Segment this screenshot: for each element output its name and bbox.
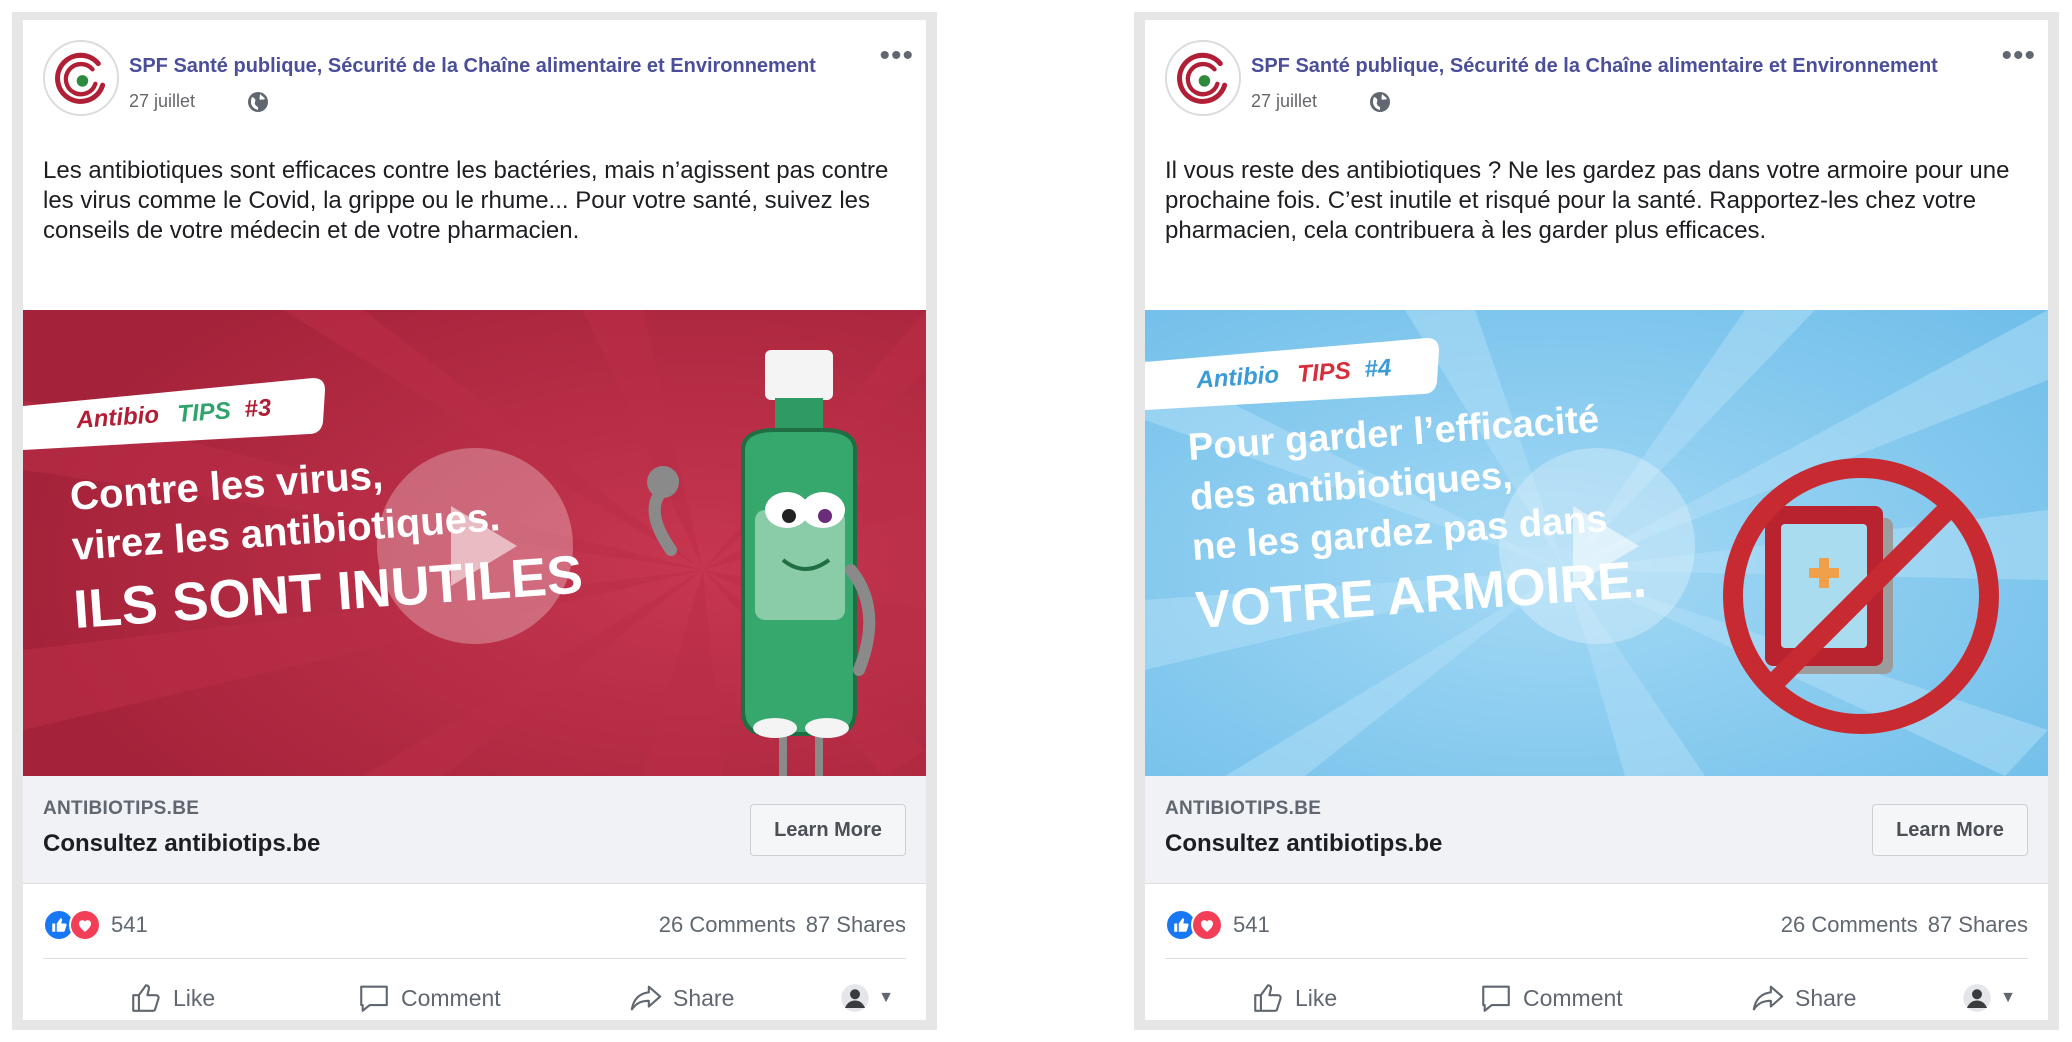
facebook-post: SPF Santé publique, Sécurité de la Chaîn… bbox=[23, 20, 926, 1020]
share-icon bbox=[630, 985, 662, 1011]
like-button[interactable]: Like bbox=[129, 970, 215, 1020]
reaction-count: 541 bbox=[111, 912, 148, 937]
audience-selector[interactable]: ▼ bbox=[840, 970, 894, 1020]
post-frame: SPF Santé publique, Sécurité de la Chaîn… bbox=[1134, 12, 2059, 1030]
thumbs-up-icon bbox=[132, 984, 160, 1012]
shares-count[interactable]: 87 Shares bbox=[806, 912, 906, 937]
like-label: Like bbox=[1295, 984, 1338, 1011]
divider bbox=[43, 958, 906, 959]
share-icon bbox=[1752, 985, 1784, 1011]
tag-number: #3 bbox=[244, 394, 273, 423]
engagement-counts: 26 Comments 87 Shares bbox=[659, 912, 906, 938]
reactions-summary[interactable]: 541 bbox=[1165, 908, 1270, 942]
post-text: Il vous reste des antibiotiques ? Ne les… bbox=[1165, 157, 2010, 244]
share-button[interactable]: Share bbox=[1751, 970, 1856, 1020]
antibiotips-3-image: Antibio TIPS #3 Contre les virus, virez … bbox=[23, 310, 926, 776]
comment-label: Comment bbox=[401, 984, 501, 1011]
action-bar: Like Comment Share ▼ bbox=[23, 970, 926, 1020]
profile-icon bbox=[1963, 984, 1991, 1012]
comment-label: Comment bbox=[1523, 984, 1623, 1011]
page-name[interactable]: SPF Santé publique, Sécurité de la Chaîn… bbox=[129, 55, 816, 78]
divider bbox=[1165, 958, 2028, 959]
link-title[interactable]: Consultez antibiotips.be bbox=[43, 830, 320, 858]
engagement-counts: 26 Comments 87 Shares bbox=[1781, 912, 2028, 938]
more-options-icon[interactable]: ••• bbox=[2001, 41, 2036, 71]
video-thumbnail[interactable]: Antibio TIPS #3 Contre les virus, virez … bbox=[23, 310, 926, 776]
reaction-count: 541 bbox=[1233, 912, 1270, 937]
like-label: Like bbox=[173, 984, 216, 1011]
like-button[interactable]: Like bbox=[1251, 970, 1337, 1020]
learn-more-button[interactable]: Learn More bbox=[750, 804, 906, 856]
link-domain: ANTIBIOTIPS.BE bbox=[43, 798, 200, 819]
antibiotips-4-image: Antibio TIPS #4 Pour garder l’efficacité… bbox=[1145, 310, 2048, 776]
link-title[interactable]: Consultez antibiotips.be bbox=[1165, 830, 1442, 858]
love-reaction-icon bbox=[69, 909, 101, 941]
post-frame: SPF Santé publique, Sécurité de la Chaîn… bbox=[12, 12, 937, 1030]
share-label: Share bbox=[673, 984, 735, 1011]
post-date[interactable]: 27 juillet bbox=[129, 91, 195, 112]
tag-highlight: TIPS bbox=[177, 397, 232, 428]
link-domain: ANTIBIOTIPS.BE bbox=[1165, 798, 1322, 819]
profile-icon bbox=[841, 984, 869, 1012]
learn-more-button[interactable]: Learn More bbox=[1872, 804, 2028, 856]
spf-logo-icon bbox=[1167, 42, 1239, 114]
share-button[interactable]: Share bbox=[629, 970, 734, 1020]
comments-count[interactable]: 26 Comments bbox=[659, 912, 796, 937]
link-preview[interactable]: ANTIBIOTIPS.BE Consultez antibiotips.be … bbox=[1145, 776, 2048, 884]
page-name[interactable]: SPF Santé publique, Sécurité de la Chaîn… bbox=[1251, 55, 1938, 78]
chevron-down-icon: ▼ bbox=[878, 989, 894, 1006]
facebook-post: SPF Santé publique, Sécurité de la Chaîn… bbox=[1145, 20, 2048, 1020]
post-text: Les antibiotiques sont efficaces contre … bbox=[43, 157, 889, 244]
comment-icon bbox=[1482, 985, 1510, 1012]
video-thumbnail[interactable]: Antibio TIPS #4 Pour garder l’efficacité… bbox=[1145, 310, 2048, 776]
comment-icon bbox=[360, 985, 388, 1012]
action-bar: Like Comment Share ▼ bbox=[1145, 970, 2048, 1020]
link-preview[interactable]: ANTIBIOTIPS.BE Consultez antibiotips.be … bbox=[23, 776, 926, 884]
globe-icon bbox=[1370, 92, 1390, 112]
tag-highlight: TIPS bbox=[1297, 357, 1352, 388]
page-avatar[interactable] bbox=[1165, 40, 1241, 116]
page-avatar[interactable] bbox=[43, 40, 119, 116]
post-date[interactable]: 27 juillet bbox=[1251, 91, 1317, 112]
thumbs-up-icon bbox=[1254, 984, 1282, 1012]
comment-button[interactable]: Comment bbox=[1479, 970, 1623, 1020]
chevron-down-icon: ▼ bbox=[2000, 989, 2016, 1006]
spf-logo-icon bbox=[45, 42, 117, 114]
more-options-icon[interactable]: ••• bbox=[879, 41, 914, 71]
shares-count[interactable]: 87 Shares bbox=[1928, 912, 2028, 937]
tag-number: #4 bbox=[1364, 354, 1393, 383]
comments-count[interactable]: 26 Comments bbox=[1781, 912, 1918, 937]
reactions-summary[interactable]: 541 bbox=[43, 908, 148, 942]
comment-button[interactable]: Comment bbox=[357, 970, 501, 1020]
globe-icon bbox=[248, 92, 268, 112]
love-reaction-icon bbox=[1191, 909, 1223, 941]
share-label: Share bbox=[1795, 984, 1857, 1011]
audience-selector[interactable]: ▼ bbox=[1962, 970, 2016, 1020]
